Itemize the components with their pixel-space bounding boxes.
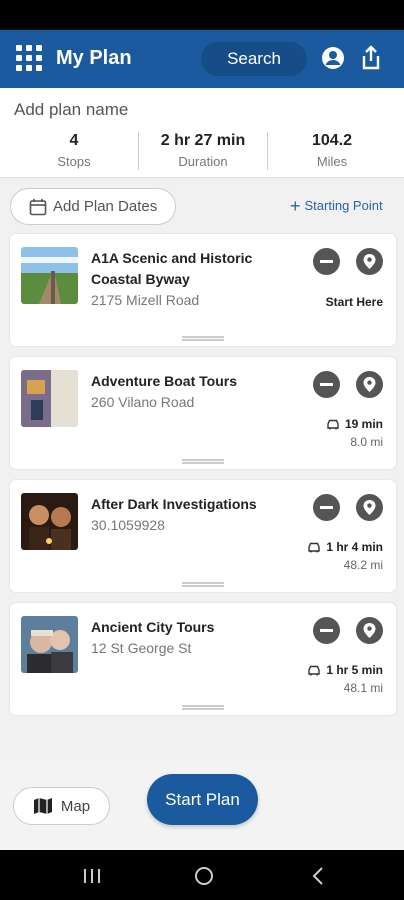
- drag-handle[interactable]: [182, 582, 224, 587]
- calendar-icon: [29, 198, 47, 215]
- drive-info: 1 hr 5 min 48.1 mi: [307, 663, 383, 695]
- remove-stop-button[interactable]: [313, 248, 340, 275]
- status-bar: [0, 0, 404, 30]
- car-icon: [308, 665, 321, 675]
- stop-card[interactable]: Ancient City Tours 12 St George St 1 hr …: [10, 603, 396, 715]
- map-button[interactable]: Map: [13, 787, 110, 825]
- drag-handle[interactable]: [182, 705, 224, 710]
- location-pin-icon[interactable]: [356, 494, 383, 521]
- home-icon[interactable]: [195, 867, 213, 885]
- remove-stop-button[interactable]: [313, 617, 340, 644]
- stop-photo: [21, 493, 78, 550]
- page-title: My Plan: [56, 47, 132, 69]
- stat-duration: 2 hr 27 min Duration: [138, 132, 268, 169]
- starting-point-link[interactable]: + Starting Point: [290, 195, 383, 216]
- stop-address: 260 Vilano Road: [91, 394, 195, 410]
- map-label: Map: [60, 797, 91, 815]
- back-icon[interactable]: [312, 866, 324, 886]
- location-pin-icon[interactable]: [356, 617, 383, 644]
- plan-summary: Add plan name 4 Stops 2 hr 27 min Durati…: [0, 88, 404, 178]
- start-plan-button[interactable]: Start Plan: [147, 774, 258, 825]
- location-pin-icon[interactable]: [356, 248, 383, 275]
- stat-value: 4: [69, 132, 79, 149]
- recents-icon[interactable]: [83, 868, 101, 884]
- remove-stop-button[interactable]: [313, 494, 340, 521]
- stop-address: 30.1059928: [91, 517, 165, 533]
- stop-photo: [21, 616, 78, 673]
- remove-stop-button[interactable]: [313, 371, 340, 398]
- car-icon: [327, 419, 339, 429]
- drive-time: 1 hr 4 min: [326, 540, 383, 554]
- plan-name-field[interactable]: Add plan name: [14, 100, 128, 120]
- search-button[interactable]: Search: [201, 42, 307, 76]
- stop-title: Ancient City Tours: [91, 619, 215, 635]
- grid-menu-icon[interactable]: [16, 45, 42, 71]
- car-icon: [308, 542, 321, 552]
- drive-info: 1 hr 4 min 48.2 mi: [307, 540, 383, 572]
- share-icon[interactable]: [360, 45, 382, 71]
- drive-info: 19 min 8.0 mi: [326, 417, 383, 449]
- stop-title: A1A Scenic and Historic Coastal Byway: [91, 250, 253, 287]
- stop-address: 2175 Mizell Road: [91, 292, 200, 308]
- start-here-label: Start Here: [325, 295, 383, 309]
- drive-distance: 48.2 mi: [343, 558, 383, 572]
- stop-address: 12 St George St: [91, 640, 192, 656]
- stat-value: 104.2: [311, 132, 353, 149]
- stop-photo: [21, 247, 78, 304]
- stop-card[interactable]: A1A Scenic and Historic Coastal Byway 21…: [10, 234, 396, 346]
- stat-label: Duration: [178, 154, 228, 169]
- location-pin-icon[interactable]: [356, 371, 383, 398]
- drive-distance: 8.0 mi: [350, 435, 383, 449]
- stat-label: Miles: [316, 154, 348, 169]
- stop-photo: [21, 370, 78, 427]
- stat-stops: 4 Stops: [9, 132, 139, 169]
- stat-miles: 104.2 Miles: [267, 132, 397, 169]
- stop-card[interactable]: Adventure Boat Tours 260 Vilano Road 19 …: [10, 357, 396, 469]
- map-icon: [33, 798, 52, 814]
- stat-value: 2 hr 27 min: [160, 132, 246, 149]
- add-plan-dates-button[interactable]: Add Plan Dates: [10, 188, 176, 225]
- drive-distance: 48.1 mi: [343, 681, 383, 695]
- stop-title: After Dark Investigations: [91, 496, 257, 512]
- stat-label: Stops: [57, 154, 91, 169]
- drag-handle[interactable]: [182, 459, 224, 464]
- add-plan-dates-label: Add Plan Dates: [53, 198, 158, 215]
- plus-icon: +: [290, 195, 301, 216]
- stop-title: Adventure Boat Tours: [91, 373, 237, 389]
- drag-handle[interactable]: [182, 336, 224, 341]
- drive-time: 19 min: [344, 417, 383, 431]
- starting-point-label: Starting Point: [304, 198, 383, 213]
- stop-card[interactable]: After Dark Investigations 30.1059928 1 h…: [10, 480, 396, 592]
- drive-time: 1 hr 5 min: [326, 663, 383, 677]
- profile-icon[interactable]: [321, 46, 345, 70]
